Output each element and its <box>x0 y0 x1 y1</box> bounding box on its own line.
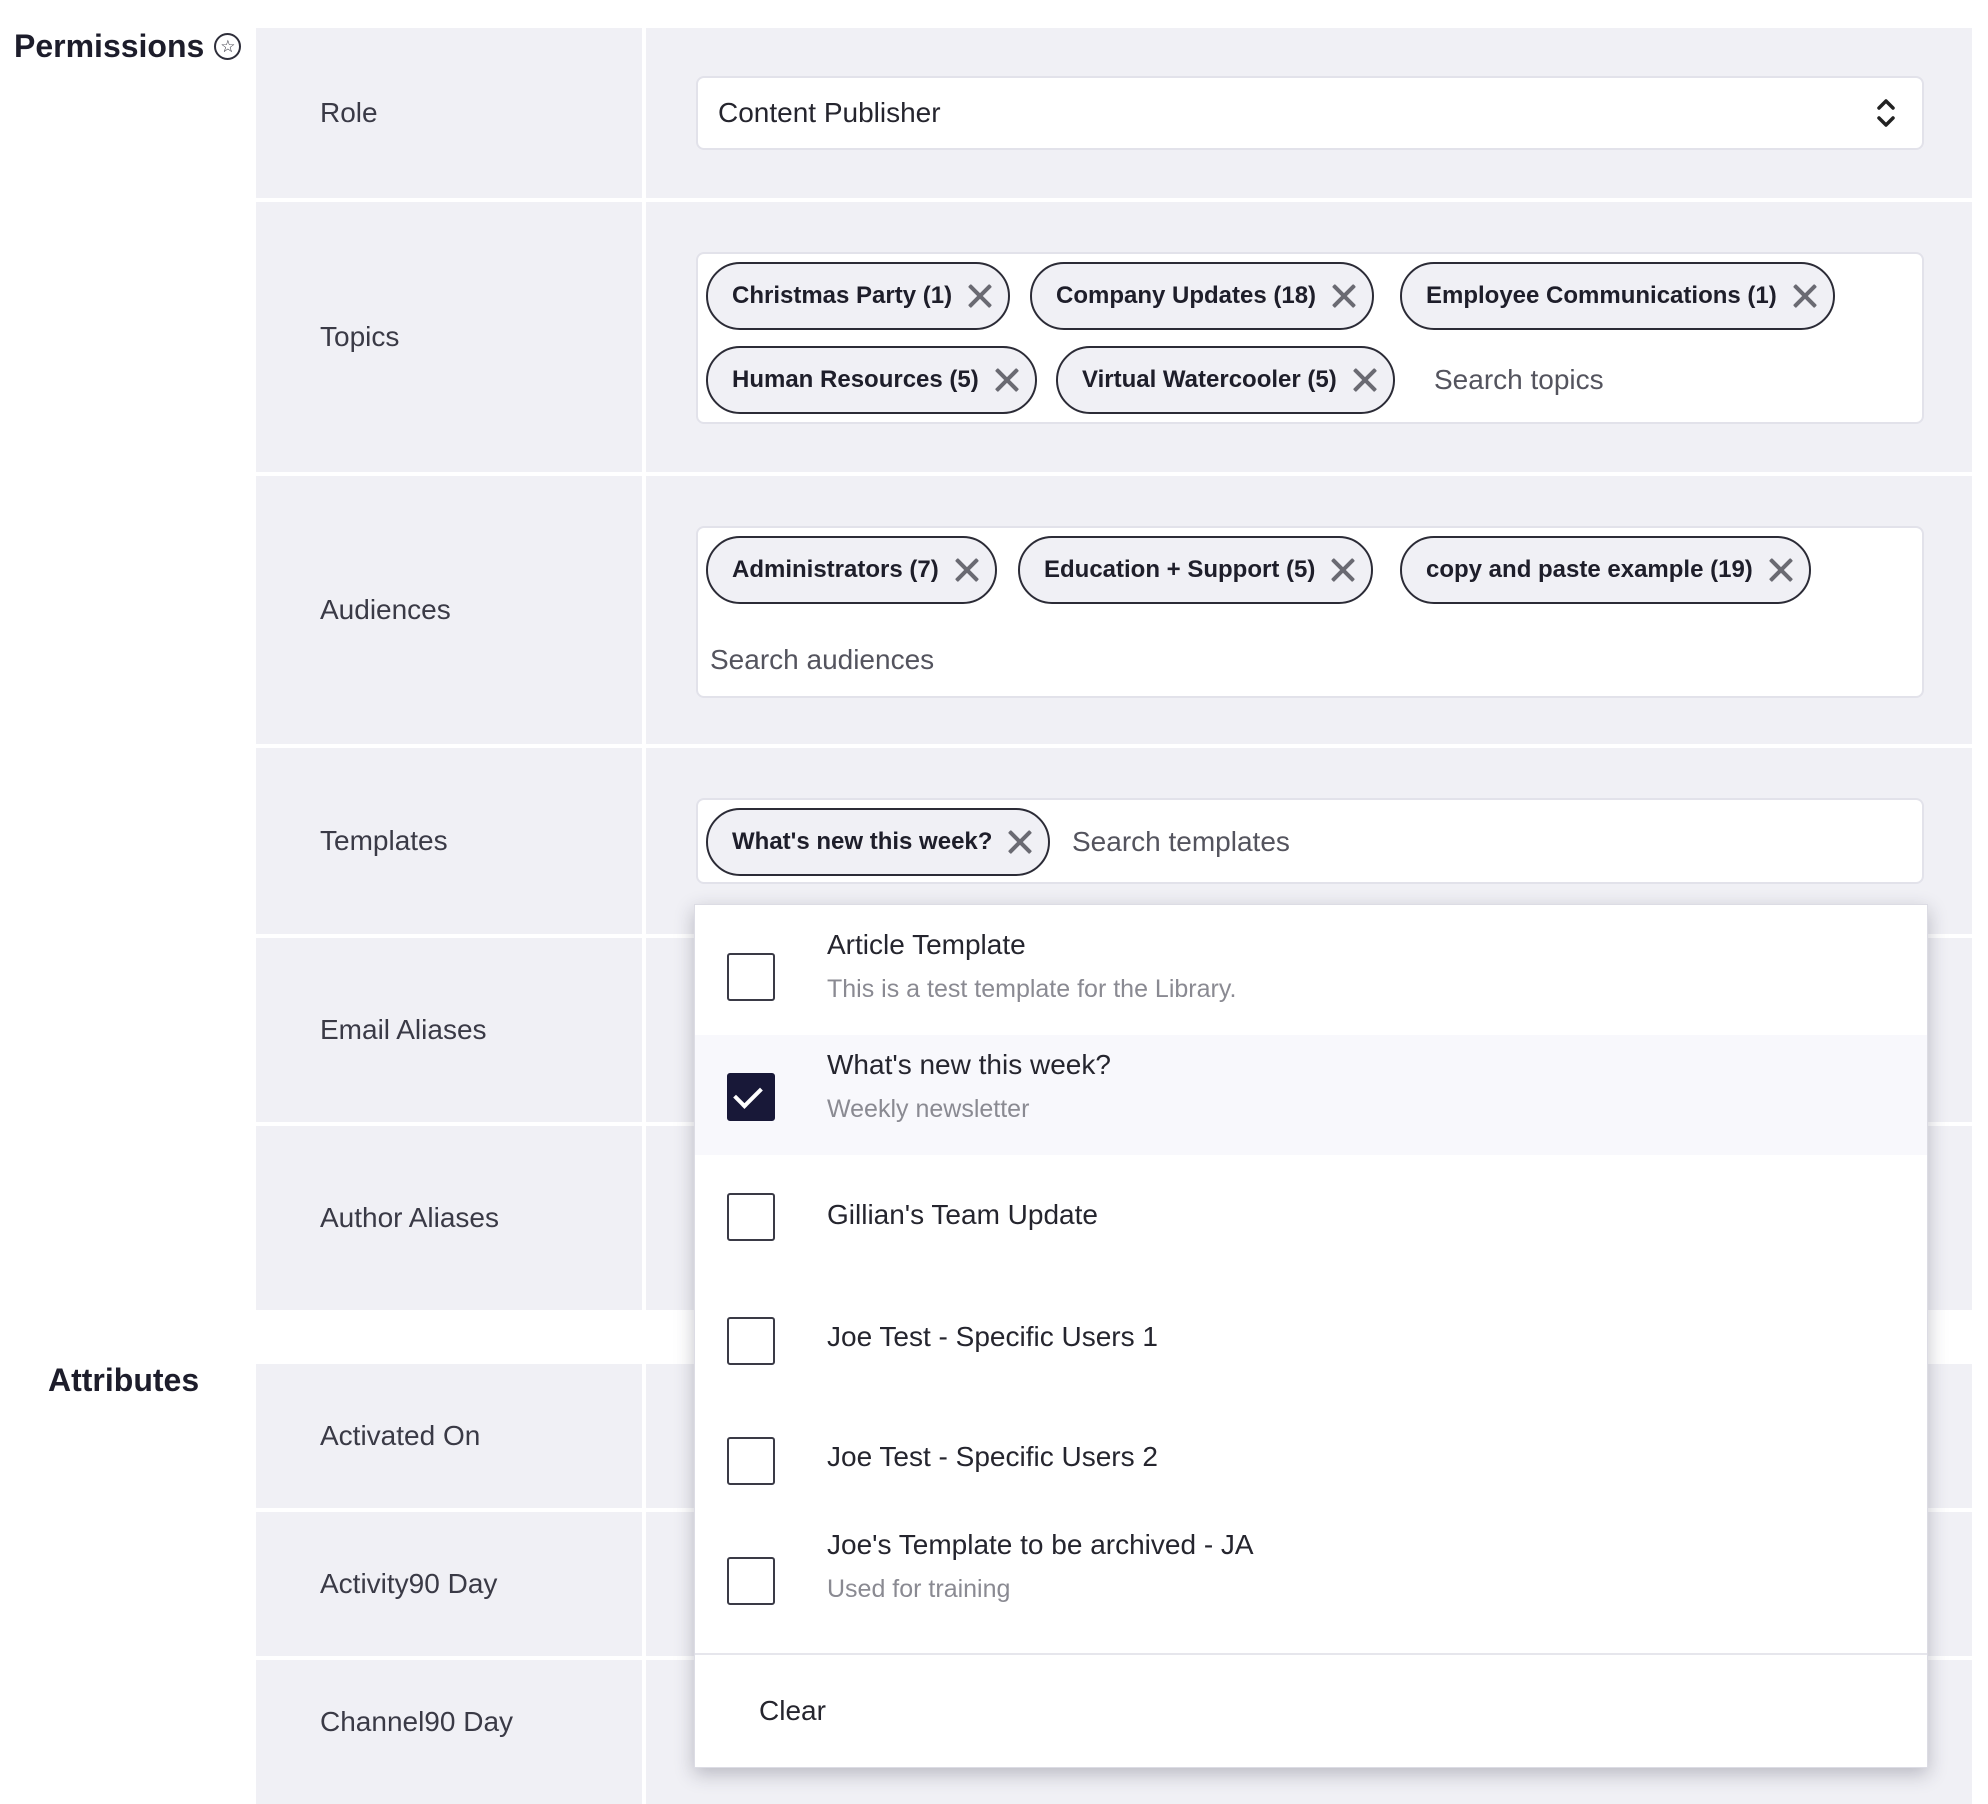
up-down-chevron-icon <box>1877 99 1895 127</box>
row-divider <box>642 202 646 472</box>
topics-row: Topics Christmas Party (1) Company Updat… <box>256 202 1972 472</box>
close-icon[interactable] <box>1006 828 1034 856</box>
option-title: Gillian's Team Update <box>827 1199 1098 1230</box>
option-checkbox[interactable] <box>727 1193 775 1241</box>
chip-label: Company Updates (18) <box>1056 282 1317 309</box>
close-icon[interactable] <box>953 556 981 584</box>
audiences-input[interactable]: Administrators (7) Education + Support (… <box>696 526 1924 698</box>
chip-label: Administrators (7) <box>732 556 939 583</box>
audiences-label: Audiences <box>320 594 451 625</box>
close-icon[interactable] <box>1329 556 1357 584</box>
chip-label: What's new this week? <box>732 828 993 855</box>
activity90-label: Activity90 Day <box>320 1568 498 1599</box>
option-checkbox[interactable] <box>727 953 775 1001</box>
close-icon[interactable] <box>1351 366 1379 394</box>
close-icon[interactable] <box>966 282 994 310</box>
option-checkbox[interactable] <box>727 1317 775 1365</box>
row-divider <box>642 1660 646 1804</box>
topics-label: Topics <box>320 321 400 352</box>
email-aliases-label: Email Aliases <box>320 1014 487 1045</box>
row-divider <box>642 1126 646 1310</box>
attributes-title: Attributes <box>48 1362 199 1399</box>
templates-dropdown: Article Template This is a test template… <box>694 904 1928 1768</box>
role-row: Role Content Publisher <box>256 28 1972 198</box>
topic-chip: Company Updates (18) <box>1030 262 1375 330</box>
template-option[interactable]: Joe Test - Specific Users 1 <box>695 1275 1927 1395</box>
row-divider <box>642 1512 646 1656</box>
role-label: Role <box>320 97 378 128</box>
audience-chip: Education + Support (5) <box>1018 536 1374 604</box>
option-description: Weekly newsletter <box>827 1095 1030 1123</box>
star-circle-icon[interactable]: ☆ <box>214 33 242 60</box>
topic-chip: Employee Communications (1) <box>1400 262 1835 330</box>
template-chip: What's new this week? <box>706 808 1051 876</box>
audience-chip: Administrators (7) <box>706 536 997 604</box>
template-option[interactable]: What's new this week? Weekly newsletter <box>695 1035 1927 1155</box>
clear-button[interactable]: Clear <box>759 1655 826 1767</box>
chip-label: Christmas Party (1) <box>732 282 953 309</box>
option-description: Used for training <box>827 1575 1011 1603</box>
option-title: Joe Test - Specific Users 1 <box>827 1321 1158 1352</box>
templates-search-input[interactable]: Search templates <box>1072 826 1290 858</box>
option-checkbox[interactable] <box>727 1073 775 1121</box>
option-title: What's new this week? <box>827 1049 1111 1080</box>
checkmark-icon <box>733 1079 763 1109</box>
chip-label: Human Resources (5) <box>732 366 979 393</box>
template-option[interactable]: Joe Test - Specific Users 2 <box>695 1395 1927 1515</box>
dropdown-footer: Clear <box>695 1653 1927 1767</box>
audiences-search-input[interactable]: Search audiences <box>710 644 934 676</box>
row-divider <box>642 1364 646 1508</box>
channel90-label: Channel90 Day <box>320 1706 514 1737</box>
option-title: Joe Test - Specific Users 2 <box>827 1441 1158 1472</box>
audiences-row: Audiences Administrators (7) Education +… <box>256 476 1972 744</box>
close-icon[interactable] <box>1767 556 1795 584</box>
chip-label: Virtual Watercooler (5) <box>1082 366 1337 393</box>
chip-label: Employee Communications (1) <box>1426 282 1777 309</box>
template-option[interactable]: Article Template This is a test template… <box>695 905 1927 1035</box>
option-checkbox[interactable] <box>727 1437 775 1485</box>
role-select[interactable]: Content Publisher <box>696 76 1924 150</box>
close-icon[interactable] <box>993 366 1021 394</box>
templates-label: Templates <box>320 825 448 856</box>
option-checkbox[interactable] <box>727 1557 775 1605</box>
close-icon[interactable] <box>1791 282 1819 310</box>
option-title: Article Template <box>827 929 1026 960</box>
author-aliases-label: Author Aliases <box>320 1202 499 1233</box>
topic-chip: Christmas Party (1) <box>706 262 1011 330</box>
topics-input[interactable]: Christmas Party (1) Company Updates (18)… <box>696 252 1924 424</box>
template-option[interactable]: Joe's Template to be archived - JA Used … <box>695 1515 1927 1655</box>
template-option[interactable]: Gillian's Team Update <box>695 1155 1927 1275</box>
row-divider <box>642 748 646 934</box>
templates-input[interactable]: What's new this week? Search templates <box>696 798 1924 884</box>
permissions-title: Permissions ☆ <box>14 28 242 65</box>
topics-search-input[interactable]: Search topics <box>1434 364 1604 396</box>
permissions-title-text: Permissions <box>14 28 205 64</box>
row-divider <box>642 28 646 198</box>
row-divider <box>642 476 646 744</box>
role-select-value: Content Publisher <box>718 97 941 128</box>
chip-label: copy and paste example (19) <box>1426 556 1753 583</box>
audience-chip: copy and paste example (19) <box>1400 536 1811 604</box>
row-divider <box>642 938 646 1122</box>
attributes-title-text: Attributes <box>48 1362 200 1398</box>
close-icon[interactable] <box>1330 282 1358 310</box>
chip-label: Education + Support (5) <box>1044 556 1316 583</box>
topic-chip: Virtual Watercooler (5) <box>1056 346 1395 414</box>
option-title: Joe's Template to be archived - JA <box>827 1529 1254 1560</box>
topic-chip: Human Resources (5) <box>706 346 1037 414</box>
option-description: This is a test template for the Library. <box>827 975 1237 1003</box>
activated-on-label: Activated On <box>320 1420 481 1451</box>
